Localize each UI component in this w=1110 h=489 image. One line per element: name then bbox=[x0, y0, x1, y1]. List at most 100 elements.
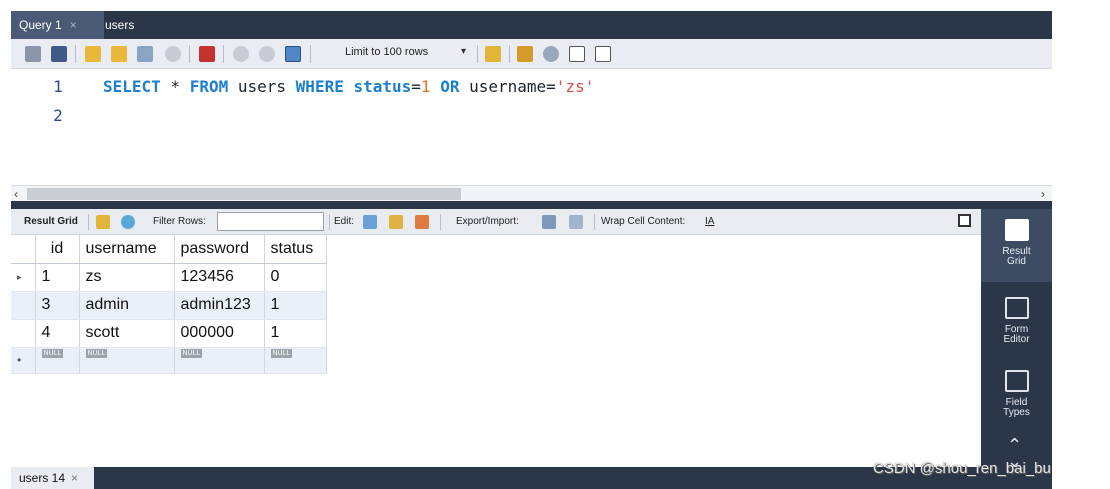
sql-string: 'zs' bbox=[555, 77, 595, 96]
result-side-panel: Result Grid Form Editor Field Types ⌃ ⌄ bbox=[981, 209, 1052, 470]
toolbar-divider bbox=[509, 45, 510, 63]
toolbar-divider bbox=[477, 45, 478, 63]
column-header-username[interactable]: username bbox=[79, 235, 175, 264]
toolbar-divider bbox=[189, 45, 190, 63]
watermark-text: CSDN @shou_ren_bai_bu bbox=[873, 460, 1051, 477]
close-icon[interactable]: × bbox=[71, 471, 78, 485]
cell-id[interactable]: 1 bbox=[35, 263, 80, 292]
open-folder-icon[interactable] bbox=[25, 46, 41, 62]
toolbar-divider bbox=[594, 214, 595, 230]
sql-statement[interactable]: SELECT * FROM users WHERE status=1 OR us… bbox=[103, 77, 594, 96]
column-header-password[interactable]: password bbox=[174, 235, 265, 264]
null-badge: NULL bbox=[85, 348, 108, 358]
form-editor-icon bbox=[1004, 297, 1029, 319]
sql-editor[interactable]: 1 2 SELECT * FROM users WHERE status=1 O… bbox=[11, 69, 1052, 185]
cell-id[interactable]: 4 bbox=[35, 319, 80, 348]
cell-password[interactable]: 000000 bbox=[174, 319, 265, 348]
line-number: 1 bbox=[53, 77, 63, 96]
edit-row-icon[interactable] bbox=[363, 215, 377, 229]
workbench-window: Query 1 × users Limit to 100 rows ▾ 1 2 bbox=[11, 11, 1052, 489]
refresh-icon[interactable] bbox=[121, 215, 135, 229]
row-marker bbox=[11, 291, 36, 320]
cell-status-null[interactable]: NULL bbox=[264, 347, 327, 374]
table-row[interactable]: 3 admin admin123 1 bbox=[11, 291, 327, 320]
cell-username[interactable]: zs bbox=[79, 263, 175, 292]
rollback-icon[interactable] bbox=[259, 46, 275, 62]
sql-text: users bbox=[228, 77, 296, 96]
tab-users[interactable]: users bbox=[97, 11, 142, 39]
stop-icon[interactable] bbox=[165, 46, 181, 62]
field-types-panel-button[interactable]: Field Types bbox=[981, 364, 1052, 434]
invisible-chars-icon[interactable] bbox=[569, 46, 585, 62]
form-editor-panel-button[interactable]: Form Editor bbox=[981, 289, 1052, 359]
toggle-error-icon[interactable] bbox=[199, 46, 215, 62]
close-icon[interactable]: × bbox=[70, 18, 77, 32]
null-badge: NULL bbox=[180, 348, 203, 358]
delete-row-icon[interactable] bbox=[415, 215, 429, 229]
commit-icon[interactable] bbox=[233, 46, 249, 62]
toolbar-divider bbox=[329, 214, 330, 230]
tab-users-14[interactable]: users 14 × bbox=[11, 467, 94, 489]
sql-keyword: status bbox=[353, 77, 412, 96]
execute-lightning-icon[interactable] bbox=[85, 46, 101, 62]
tab-query-1[interactable]: Query 1 × bbox=[11, 11, 104, 39]
sql-keyword: SELECT bbox=[103, 77, 161, 96]
row-marker bbox=[11, 319, 36, 348]
new-row-marker: • bbox=[11, 347, 36, 374]
side-item-label: Result Grid bbox=[1002, 246, 1031, 267]
scroll-left-icon[interactable]: ‹ bbox=[14, 186, 18, 202]
word-wrap-icon[interactable] bbox=[595, 46, 611, 62]
explain-magnifier-icon[interactable] bbox=[137, 46, 153, 62]
result-grid: id username password status ▸ 1 zs 12345… bbox=[11, 235, 981, 467]
cell-username[interactable]: scott bbox=[79, 319, 175, 348]
editor-horizontal-scrollbar[interactable]: ‹ › bbox=[11, 185, 1052, 201]
autocommit-toggle-icon[interactable] bbox=[285, 46, 301, 62]
table-row[interactable]: 4 scott 000000 1 bbox=[11, 319, 327, 348]
cell-username-null[interactable]: NULL bbox=[79, 347, 175, 374]
sql-text: = bbox=[411, 77, 421, 96]
scroll-right-icon[interactable]: › bbox=[1041, 186, 1045, 202]
limit-rows-select[interactable]: Limit to 100 rows bbox=[345, 46, 428, 58]
current-row-marker: ▸ bbox=[11, 263, 36, 292]
sql-number: 1 bbox=[420, 77, 431, 96]
table-row[interactable]: ▸ 1 zs 123456 0 bbox=[11, 263, 327, 292]
cell-password-null[interactable]: NULL bbox=[174, 347, 265, 374]
cell-status[interactable]: 1 bbox=[264, 319, 327, 348]
find-magnifier-icon[interactable] bbox=[543, 46, 559, 62]
grid-layout-icon[interactable] bbox=[96, 215, 110, 229]
result-toolbar: Result Grid Filter Rows: Edit: Export/Im… bbox=[11, 209, 981, 235]
insert-row-icon[interactable] bbox=[389, 215, 403, 229]
edit-label: Edit: bbox=[334, 216, 355, 227]
toggle-panel-icon[interactable] bbox=[958, 214, 971, 227]
new-row[interactable]: • NULL NULL NULL NULL bbox=[11, 347, 327, 374]
wrap-cell-icon[interactable]: IA bbox=[705, 216, 714, 227]
tab-label: users bbox=[105, 18, 135, 32]
cell-username[interactable]: admin bbox=[79, 291, 175, 320]
execute-current-lightning-icon[interactable] bbox=[111, 46, 127, 62]
wrap-cell-content-label: Wrap Cell Content: bbox=[601, 216, 686, 227]
cell-status[interactable]: 1 bbox=[264, 291, 327, 320]
column-header-id[interactable]: id bbox=[35, 235, 80, 264]
save-icon[interactable] bbox=[51, 46, 67, 62]
export-icon[interactable] bbox=[542, 215, 556, 229]
scrollbar-thumb[interactable] bbox=[27, 188, 461, 200]
beautify-brush-icon[interactable] bbox=[517, 46, 533, 62]
cell-id-null[interactable]: NULL bbox=[35, 347, 80, 374]
cell-password[interactable]: admin123 bbox=[174, 291, 265, 320]
side-item-label: Form Editor bbox=[1003, 324, 1030, 345]
null-badge: NULL bbox=[270, 348, 293, 358]
result-grid-panel-button[interactable]: Result Grid bbox=[981, 209, 1052, 282]
import-icon[interactable] bbox=[569, 215, 583, 229]
filter-rows-input[interactable] bbox=[217, 212, 324, 231]
cell-status[interactable]: 0 bbox=[264, 263, 327, 292]
toolbar-divider bbox=[88, 214, 89, 230]
sql-text: username= bbox=[459, 77, 556, 96]
field-types-icon bbox=[1004, 370, 1029, 392]
chevron-down-icon[interactable]: ▾ bbox=[461, 46, 466, 57]
column-header-status[interactable]: status bbox=[264, 235, 327, 264]
export-import-label: Export/Import: bbox=[456, 216, 519, 227]
add-snippet-star-icon[interactable] bbox=[485, 46, 501, 62]
cell-id[interactable]: 3 bbox=[35, 291, 80, 320]
cell-password[interactable]: 123456 bbox=[174, 263, 265, 292]
result-grid-label[interactable]: Result Grid bbox=[24, 216, 78, 227]
